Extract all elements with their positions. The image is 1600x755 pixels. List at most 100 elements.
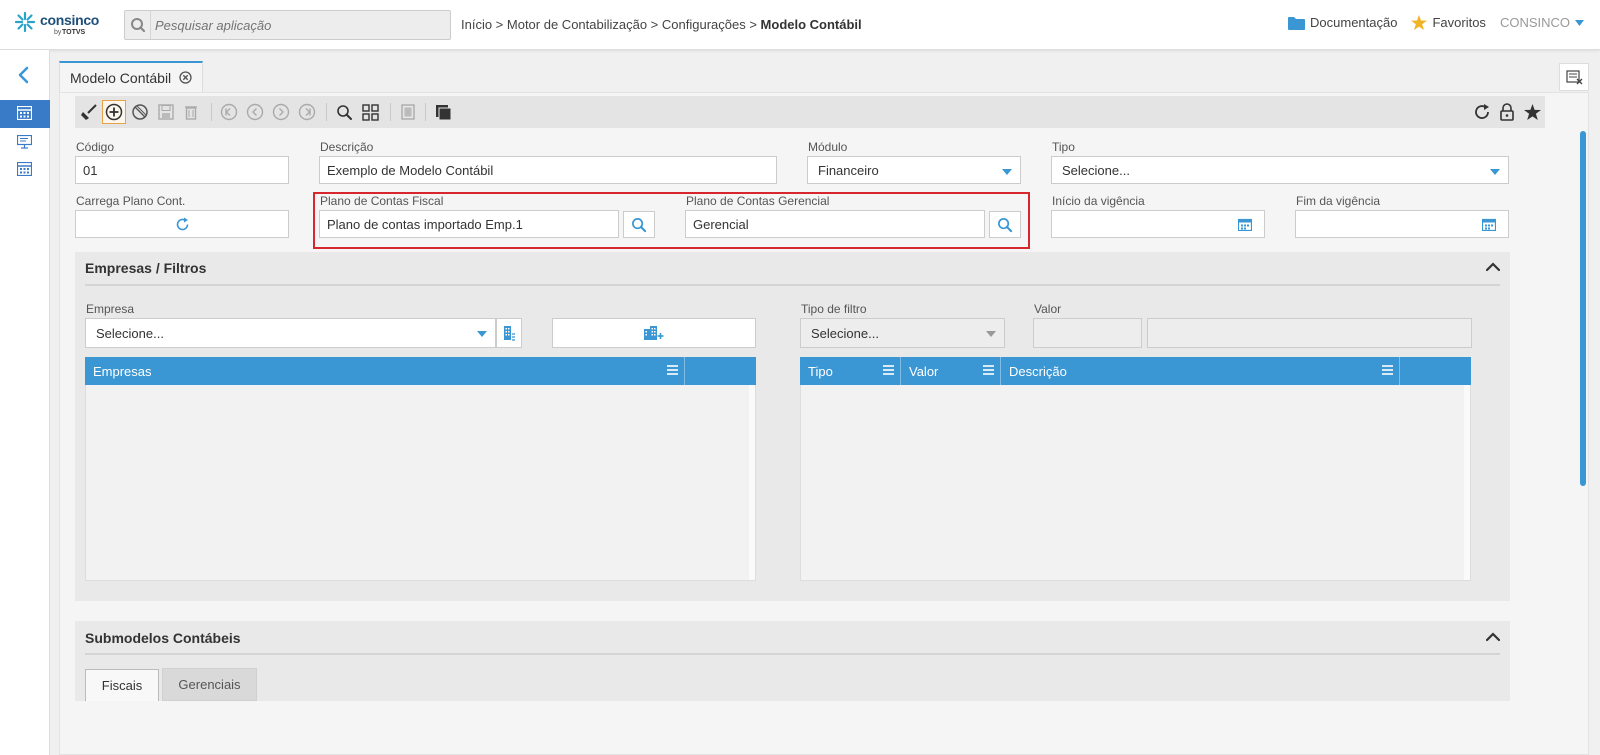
valor-description-field[interactable] [1147,318,1472,348]
plano-fiscal-search-button[interactable] [623,211,655,238]
refresh-button[interactable] [1470,100,1494,124]
building-add-icon [644,326,664,340]
copy-button[interactable] [431,100,455,124]
documentation-label: Documentação [1310,15,1398,30]
breadcrumb-current: Modelo Contábil [760,17,862,32]
calendar-grid-icon-2[interactable] [17,162,32,176]
column-menu-icon[interactable] [883,365,894,375]
chevron-up-icon[interactable] [1486,631,1500,643]
vertical-scrollbar[interactable] [1580,129,1586,749]
broom-icon [81,104,97,120]
next-record-button[interactable] [269,100,293,124]
breadcrumb: Início > Motor de Contabilização > Confi… [461,17,862,32]
add-button[interactable] [102,100,126,124]
add-empresa-button[interactable] [552,318,756,348]
top-bar: consinco by TOTVS Início > Motor de Cont… [0,0,1600,50]
search-icon[interactable] [125,11,151,39]
left-sidebar [0,50,50,755]
previous-record-button[interactable] [243,100,267,124]
scrollbar-thumb[interactable] [1580,131,1586,486]
delete-button[interactable] [179,100,203,124]
section-divider [85,284,1500,286]
toolbar-separator [425,103,426,121]
close-all-tabs-button[interactable] [1559,63,1589,91]
consinco-logo[interactable]: consinco by TOTVS [14,10,104,40]
column-title: Descrição [1009,363,1067,379]
column-menu-icon[interactable] [1382,365,1393,375]
star-icon [1523,104,1541,120]
logo-mark-icon [14,11,36,33]
clear-button[interactable] [77,100,101,124]
calendar-grid-icon[interactable] [17,106,32,120]
documentation-link[interactable]: Documentação [1288,15,1397,30]
close-circle-icon[interactable] [179,71,192,84]
tab-strip: Modelo Contábil [59,61,1589,92]
app-search-box[interactable] [124,10,451,40]
empresa-select[interactable]: Selecione... [85,318,496,348]
close-windows-icon [1566,70,1583,85]
grid-scrollbar[interactable] [1464,385,1470,580]
search-button[interactable] [332,100,356,124]
logo-by: by [54,29,62,36]
submodelos-section-title: Submodelos Contábeis [85,630,241,646]
column-menu-icon[interactable] [983,365,994,375]
tipo-select[interactable]: Selecione... [1051,156,1509,184]
column-menu-icon[interactable] [667,365,678,375]
column-title: Tipo [808,363,833,379]
grid-scrollbar[interactable] [749,385,755,580]
plano-gerencial-search-button[interactable] [989,211,1021,238]
caret-down-icon [1575,19,1584,26]
report-button[interactable] [396,100,420,124]
next-icon [272,103,290,121]
empresa-value: Selecione... [96,325,164,341]
monitor-icon[interactable] [17,135,32,149]
main-toolbar [75,96,1545,128]
empresas-filtros-section: Empresas / Filtros Empresa Selecione... … [75,252,1510,601]
modulo-select[interactable]: Financeiro [807,156,1021,184]
valor-label: Valor [1034,302,1062,316]
chevron-up-icon[interactable] [1486,261,1500,273]
favorites-label: Favoritos [1432,15,1486,30]
tipo-filtro-select[interactable]: Selecione... [800,318,1005,348]
fim-vigencia-field[interactable] [1295,210,1509,238]
lock-button[interactable] [1495,100,1519,124]
favorites-link[interactable]: Favoritos [1411,15,1486,30]
plano-fiscal-field[interactable]: Plano de contas importado Emp.1 [319,210,619,238]
cancel-button[interactable] [128,100,152,124]
descricao-label: Descrição [320,140,374,154]
first-icon [220,103,238,121]
empresa-list-button[interactable] [496,318,522,348]
user-menu[interactable]: CONSINCO [1500,15,1584,30]
breadcrumb-path[interactable]: Início > Motor de Contabilização > Confi… [461,17,761,32]
empresas-grid-header: Empresas [85,357,756,385]
calendar-icon[interactable] [1238,218,1252,231]
favorite-button[interactable] [1520,100,1544,124]
calendar-icon[interactable] [1482,218,1496,231]
first-record-button[interactable] [217,100,241,124]
app-search-input[interactable] [155,15,445,35]
valor-code-field[interactable] [1033,318,1142,348]
grid-view-button[interactable] [358,100,382,124]
save-button[interactable] [154,100,178,124]
document-icon [401,104,415,120]
descricao-field[interactable]: Exemplo de Modelo Contábil [319,156,777,184]
grid-column-descricao[interactable]: Descrição [1001,357,1400,385]
codigo-field[interactable]: 01 [75,156,289,184]
content-panel: Código 01 Descrição Exemplo de Modelo Co… [59,92,1589,755]
codigo-label: Código [76,140,115,154]
subtab-fiscais[interactable]: Fiscais [85,669,159,701]
empresas-section-title: Empresas / Filtros [85,260,207,276]
grid-column-tipo[interactable]: Tipo [800,357,901,385]
grid-column-valor[interactable]: Valor [901,357,1001,385]
tipo-filtro-label: Tipo de filtro [801,302,867,316]
collapse-back-icon[interactable] [15,66,33,84]
grid-column-empresas[interactable]: Empresas [85,357,685,385]
inicio-vigencia-field[interactable] [1051,210,1265,238]
toolbar-separator [211,103,212,121]
building-list-icon [504,326,515,341]
last-record-button[interactable] [295,100,319,124]
plano-gerencial-field[interactable]: Gerencial [685,210,985,238]
carrega-plano-button[interactable] [75,210,289,238]
subtab-gerenciais[interactable]: Gerenciais [162,668,257,701]
tab-modelo-contabil[interactable]: Modelo Contábil [59,61,204,92]
